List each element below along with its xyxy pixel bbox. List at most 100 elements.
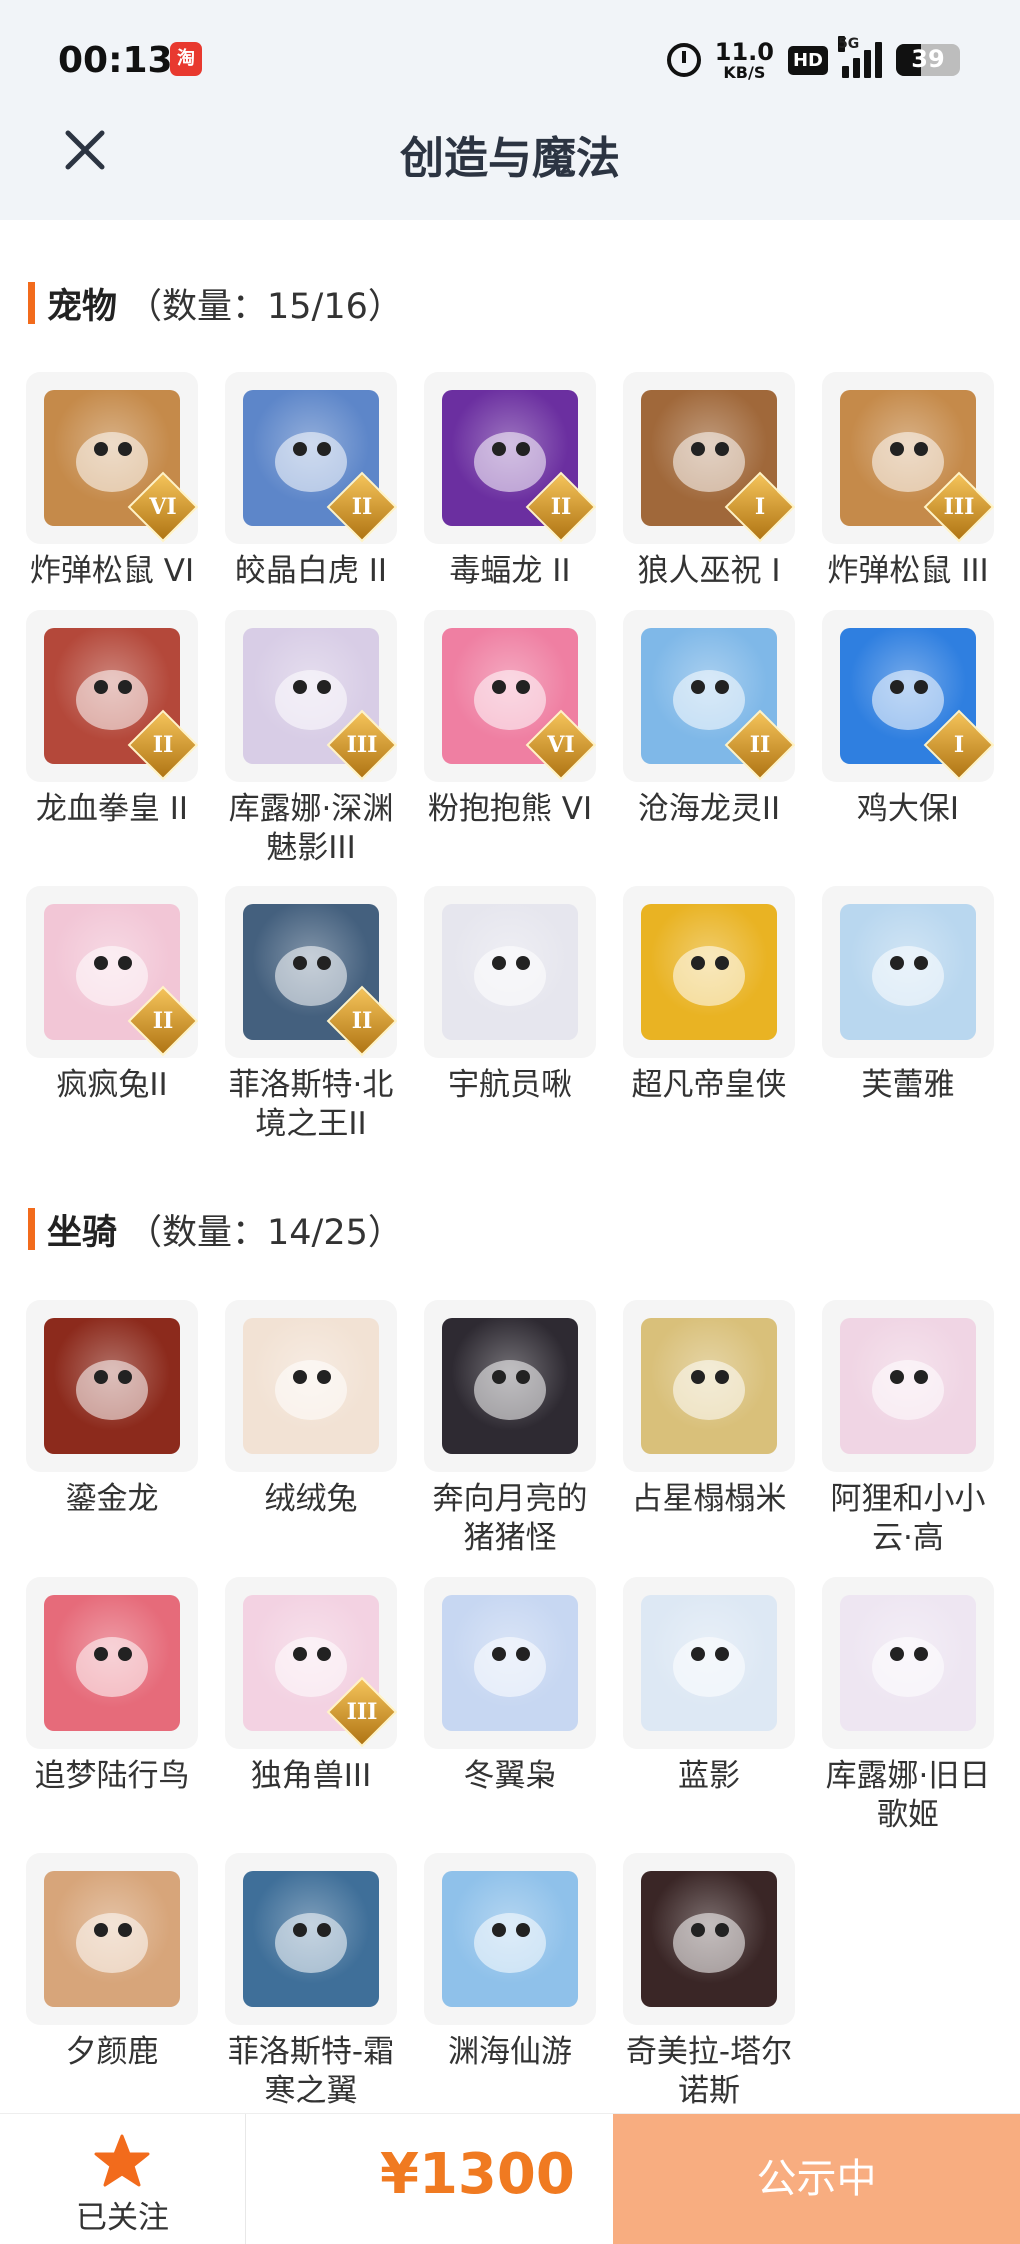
character-face — [275, 432, 347, 492]
character-eye — [691, 680, 705, 694]
character-face — [474, 946, 546, 1006]
pets-item[interactable]: I 鸡大保I — [818, 610, 998, 829]
pets-item[interactable]: II 疯疯兔II — [22, 886, 202, 1105]
mounts-item-name: 菲洛斯特-霜寒之翼 — [227, 2034, 395, 2109]
mounts-item-name: 蓝影 — [678, 1758, 740, 1794]
page-title: 创造与魔法 — [400, 133, 620, 184]
mounts-item-name: 冬翼枭 — [463, 1758, 557, 1794]
star-icon — [94, 2134, 150, 2187]
character-face — [275, 1360, 347, 1420]
character-face — [673, 1913, 745, 1973]
character-eye — [317, 956, 331, 970]
mounts-item[interactable]: 夕颜鹿 — [22, 1853, 202, 2072]
character-eye — [691, 1923, 705, 1937]
character-eye — [715, 442, 729, 456]
tier-label: III — [346, 1699, 378, 1725]
pets-item-image: I — [623, 372, 795, 544]
character-eye — [890, 442, 904, 456]
pets-item[interactable]: II 沧海龙灵II — [619, 610, 799, 829]
mounts-item-name: 奇美拉-塔尔诺斯 — [625, 2034, 793, 2109]
pets-item[interactable]: II 菲洛斯特·北境之王II — [221, 886, 401, 1144]
hd-icon: HD — [787, 45, 828, 75]
character-eye — [890, 680, 904, 694]
character-eye — [691, 1370, 705, 1384]
character-eye — [516, 442, 530, 456]
mounts-item-name: 阿狸和小小云·高 — [830, 1481, 986, 1556]
mounts-item-image — [623, 1853, 795, 2025]
character-face — [76, 1360, 148, 1420]
pets-item-image: II — [424, 372, 596, 544]
mounts-item[interactable]: 追梦陆行鸟 — [22, 1577, 202, 1796]
mounts-item-name: 占星榻榻米 — [631, 1481, 787, 1517]
pets-item-image — [623, 886, 795, 1058]
pets-item-image: II — [26, 610, 198, 782]
character-eye — [317, 442, 331, 456]
divider — [245, 2114, 246, 2244]
pets-item-image: VI — [424, 610, 596, 782]
mounts-item[interactable]: 奇美拉-塔尔诺斯 — [619, 1853, 799, 2111]
character-eye — [914, 956, 928, 970]
public-notice-button[interactable]: 公示中 — [613, 2114, 1020, 2244]
character-eye — [293, 956, 307, 970]
character-eye — [914, 1370, 928, 1384]
pets-item[interactable]: VI 粉抱抱熊 VI — [420, 610, 600, 829]
pets-item[interactable]: III 炸弹松鼠 III — [818, 372, 998, 591]
mounts-item[interactable]: III 独角兽III — [221, 1577, 401, 1796]
mounts-item[interactable]: 蓝影 — [619, 1577, 799, 1796]
character-eye — [516, 1370, 530, 1384]
mounts-section-header: 坐骑 （数量：14/25） — [28, 1206, 403, 1253]
battery-icon: 39 — [896, 44, 960, 76]
pets-item[interactable]: 芙蕾雅 — [818, 886, 998, 1105]
pets-item-name: 库露娜·深渊魅影III — [228, 791, 394, 866]
section-count: （数量：15/16） — [127, 286, 403, 327]
pets-item-name: 沧海龙灵II — [637, 791, 781, 827]
character-face — [673, 1637, 745, 1697]
pets-item[interactable]: II 毒蝠龙 II — [420, 372, 600, 591]
mounts-item-image — [424, 1853, 596, 2025]
character-eye — [293, 1923, 307, 1937]
tier-label: II — [152, 732, 174, 758]
pets-item[interactable]: II 皎晶白虎 II — [221, 372, 401, 591]
character-face — [275, 946, 347, 1006]
character-eye — [293, 680, 307, 694]
pets-item[interactable]: 超凡帝皇侠 — [619, 886, 799, 1105]
character-eye — [492, 1923, 506, 1937]
character-face — [872, 1360, 944, 1420]
character-face — [872, 432, 944, 492]
tier-label: VI — [547, 732, 575, 758]
character-eye — [516, 956, 530, 970]
pets-item[interactable]: VI 炸弹松鼠 VI — [22, 372, 202, 591]
character-face — [275, 670, 347, 730]
tier-label: II — [550, 494, 572, 520]
pets-item-name: 狼人巫祝 I — [637, 553, 781, 589]
pets-item[interactable]: II 龙血拳皇 II — [22, 610, 202, 829]
mounts-item[interactable]: 奔向月亮的猪猪怪 — [420, 1300, 600, 1558]
network-speed-value: 11.0 — [714, 37, 774, 66]
mounts-item-name: 追梦陆行鸟 — [34, 1758, 190, 1794]
pets-item-name: 炸弹松鼠 VI — [29, 553, 195, 589]
character-eye — [691, 956, 705, 970]
mounts-item[interactable]: 库露娜·旧日歌姬 — [818, 1577, 998, 1835]
pets-item[interactable]: I 狼人巫祝 I — [619, 372, 799, 591]
character-eye — [715, 1647, 729, 1661]
mounts-item[interactable]: 鎏金龙 — [22, 1300, 202, 1519]
follow-button[interactable]: 已关注 — [0, 2114, 245, 2244]
mounts-item[interactable]: 绒绒兔 — [221, 1300, 401, 1519]
mounts-item[interactable]: 阿狸和小小云·高 — [818, 1300, 998, 1558]
character-face — [673, 1360, 745, 1420]
character-eye — [516, 1647, 530, 1661]
mounts-item[interactable]: 占星榻榻米 — [619, 1300, 799, 1519]
character-face — [474, 670, 546, 730]
pets-item-image: III — [225, 610, 397, 782]
mounts-item[interactable]: 渊海仙游 — [420, 1853, 600, 2072]
battery-level: 39 — [911, 45, 945, 73]
pets-item-name: 芙蕾雅 — [861, 1067, 955, 1103]
character-face — [673, 670, 745, 730]
mounts-item[interactable]: 菲洛斯特-霜寒之翼 — [221, 1853, 401, 2111]
pets-item[interactable]: III 库露娜·深渊魅影III — [221, 610, 401, 868]
pets-item[interactable]: 宇航员啾 — [420, 886, 600, 1105]
mounts-item-image — [26, 1853, 198, 2025]
pets-section-header: 宠物 （数量：15/16） — [28, 280, 403, 327]
pets-item-name: 疯疯兔II — [56, 1067, 168, 1103]
mounts-item[interactable]: 冬翼枭 — [420, 1577, 600, 1796]
